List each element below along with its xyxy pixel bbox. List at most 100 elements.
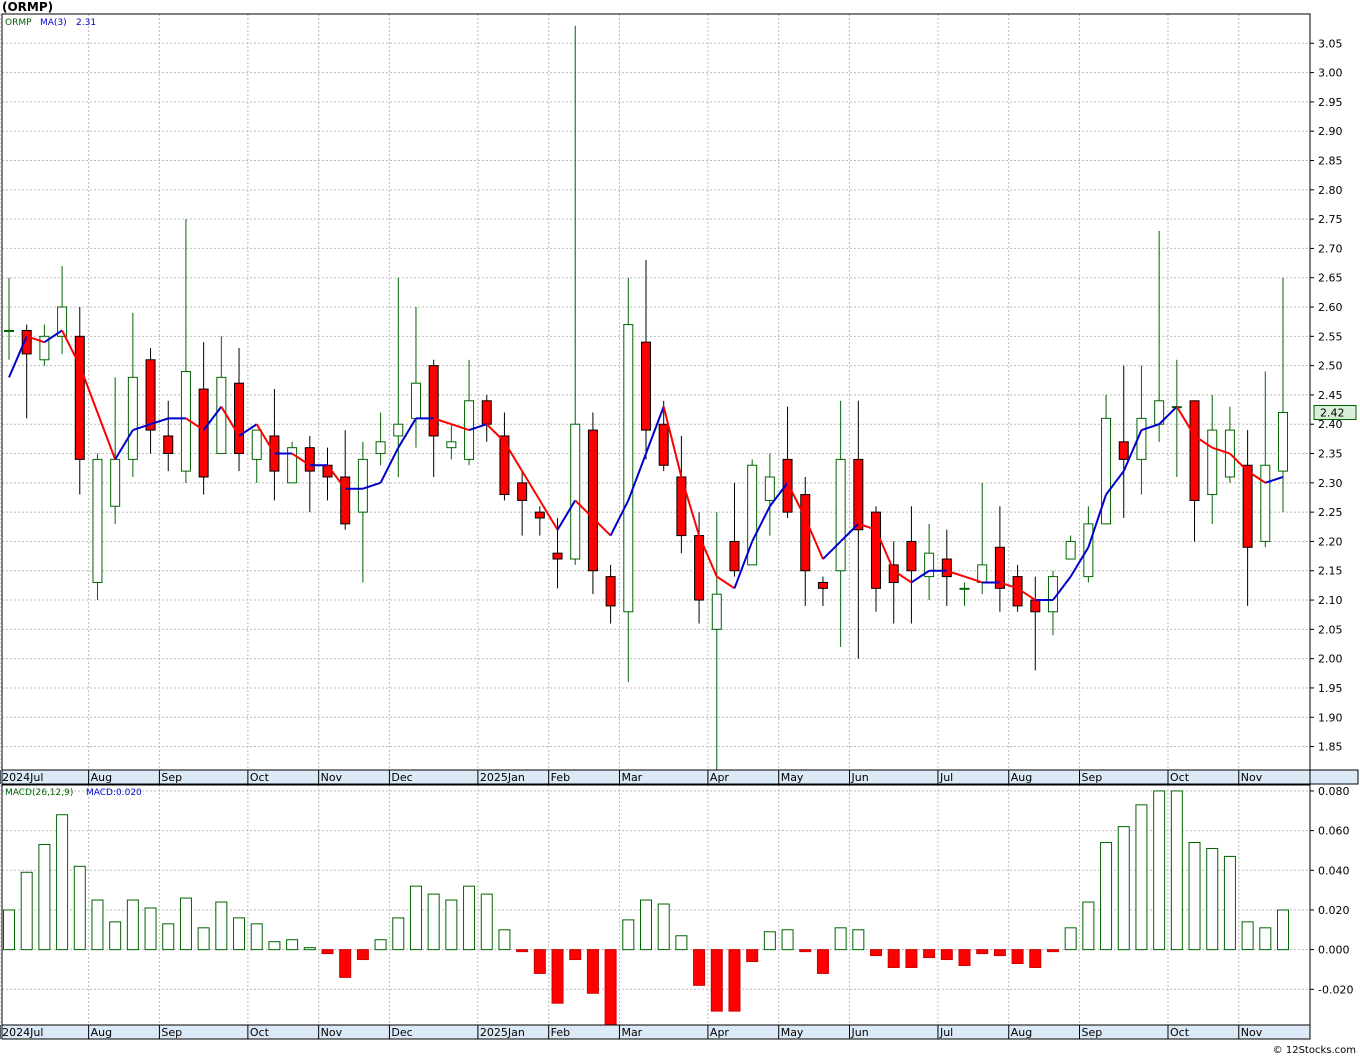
macd-bar [1082,901,1095,951]
price-tick-label: 2.90 [1318,125,1343,138]
macd-bar [1011,949,1024,965]
macd-legend-label: MACD(26,12,9) [5,788,73,798]
candle-body [1083,523,1094,578]
candle-body [800,494,811,572]
price-x-axis-label: Sep [1082,771,1103,784]
candle-body [1047,576,1058,613]
price-tick-label: 2.15 [1318,565,1343,578]
macd-bar [710,949,723,1012]
price-x-axis-label: Apr [710,771,730,784]
macd-tick-label: 0.060 [1318,825,1350,838]
macd-x-axis-label: Sep [1082,1026,1103,1039]
candle-body [552,552,563,560]
macd-bar [356,949,369,961]
macd-bar [109,921,122,951]
macd-bar [1259,927,1272,951]
macd-bar [38,844,51,951]
macd-bar [622,919,635,951]
macd-x-axis-label: Mar [621,1026,642,1039]
macd-bar [215,901,228,951]
macd-tick-label: 0.000 [1318,944,1350,957]
candle-body [871,511,882,589]
price-legend-ma-label: MA(3) [40,18,67,28]
price-x-axis-label: May [781,771,804,784]
macd-x-axis-label: Aug [1011,1026,1032,1039]
candle-body [446,441,457,449]
candle-body [1101,417,1112,525]
macd-bar [763,931,776,951]
candle-body [517,482,528,501]
macd-bar [533,949,546,974]
candle-body [587,429,598,572]
price-tick-label: 2.65 [1318,272,1343,285]
candle-body [817,581,828,589]
macd-x-axis-label: 2025Jan [480,1026,525,1039]
macd-bar [657,903,670,951]
macd-tick-label: 0.080 [1318,785,1350,798]
price-tick-label: 2.60 [1318,301,1343,314]
price-tick-label: 1.85 [1318,741,1343,754]
macd-tick-label: 0.040 [1318,864,1350,877]
macd-x-axis-label: Jul [939,1026,953,1039]
macd-bar [445,899,458,951]
candle-body [764,476,775,501]
candle-body [1189,400,1200,501]
macd-bar [233,917,246,951]
macd-bar [887,949,900,968]
candle-body [92,458,103,583]
macd-bar [1188,842,1201,951]
candle-body [1260,464,1271,542]
macd-bar [498,929,511,951]
macd-bar [268,941,281,951]
candle-body [941,558,952,578]
macd-x-axis-label: Dec [391,1026,412,1039]
macd-bar [586,949,599,994]
candle-body [1207,429,1218,496]
macd-bar [604,949,617,1030]
macd-bar [480,893,493,951]
price-x-axis-label: Sep [161,771,182,784]
price-x-axis-label: Nov [321,771,343,784]
macd-x-axis-label: Nov [1241,1026,1263,1039]
macd-bar [73,865,86,951]
price-tick-label: 1.95 [1318,682,1343,695]
macd-bar [993,949,1006,957]
price-legend-ma-value: 2.31 [76,18,96,28]
price-tick-label: 2.50 [1318,360,1343,373]
macd-bar [1029,949,1042,968]
macd-x-axis-label: Feb [551,1026,570,1039]
price-tick-label: 2.25 [1318,506,1343,519]
price-tick-label: 2.95 [1318,96,1343,109]
macd-bar [958,949,971,966]
macd-x-axis [1,1024,1311,1040]
price-x-axis-label: Mar [621,771,642,784]
macd-bar [1241,921,1254,951]
candle [92,453,103,601]
candle-body [853,458,864,531]
macd-bar [551,949,564,1004]
price-tick-label: 2.75 [1318,213,1343,226]
candle-body [570,423,581,560]
macd-bar [91,899,104,951]
macd-x-axis-label: Apr [710,1026,730,1039]
price-x-axis [1,769,1311,785]
price-tick-label: 2.70 [1318,242,1343,255]
candle-body [977,564,988,583]
price-tick-label: 2.45 [1318,389,1343,402]
macd-bar [392,917,405,951]
price-tick-label: 2.30 [1318,477,1343,490]
candle-body [216,376,227,455]
macd-bar [162,923,175,951]
candle-body [534,511,545,519]
macd-x-axis-label: Nov [321,1026,343,1039]
candle-body [145,359,156,431]
macd-bar [781,929,794,951]
price-tick-label: 2.05 [1318,623,1343,636]
macd-bar [675,935,688,951]
macd-x-axis-label: Sep [161,1026,182,1039]
macd-bar [1064,927,1077,951]
macd-bar [728,949,741,1012]
macd-bar [746,949,759,963]
price-legend-symbol: ORMP [5,18,32,28]
candle-body [1030,599,1041,613]
